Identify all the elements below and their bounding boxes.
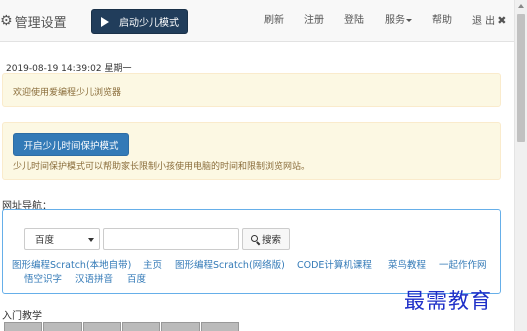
welcome-alert: 欢迎使用爱编程少儿浏览器 bbox=[2, 73, 501, 107]
search-input[interactable] bbox=[103, 228, 239, 250]
tutorial-tab-strip bbox=[4, 322, 240, 331]
nav-refresh[interactable]: 刷新 bbox=[264, 14, 284, 28]
search-engine-select[interactable]: 百度 bbox=[24, 228, 100, 250]
vertical-scrollbar[interactable] bbox=[514, 0, 527, 331]
play-icon bbox=[101, 16, 109, 27]
link-baidu[interactable]: 百度 bbox=[127, 271, 146, 285]
watermark-logo: 最需教育 bbox=[404, 289, 492, 313]
url-nav-panel: 百度 搜索 图形编程Scratch(本地自带) 主页 图形编程Scratch(网… bbox=[2, 209, 501, 294]
link-runoob[interactable]: 菜鸟教程 bbox=[388, 257, 426, 271]
tutorial-tab[interactable] bbox=[121, 322, 161, 331]
top-navbar: ⚙ 管理设置 启动少儿模式 刷新 注册 登陆 服务 帮助 退 出 ✖ bbox=[0, 0, 514, 42]
kid-mode-button[interactable]: 启动少儿模式 bbox=[91, 9, 188, 34]
scrollbar-thumb[interactable] bbox=[517, 14, 525, 142]
brand-label: 管理设置 bbox=[14, 15, 67, 31]
nav-help[interactable]: 帮助 bbox=[432, 14, 452, 28]
nav-logout-label: 退 出 bbox=[472, 16, 496, 27]
scroll-up-arrow-icon[interactable] bbox=[518, 4, 524, 8]
gear-icon: ⚙ bbox=[0, 13, 13, 29]
nav-services-dropdown[interactable]: 服务 bbox=[385, 14, 412, 28]
link-wukong-literacy[interactable]: 悟空识字 bbox=[24, 271, 62, 285]
search-button-label: 搜索 bbox=[261, 235, 281, 246]
close-icon: ✖ bbox=[497, 14, 507, 27]
nav-services-label: 服务 bbox=[385, 15, 405, 26]
tutorial-tab[interactable] bbox=[4, 322, 43, 331]
search-engine-value: 百度 bbox=[35, 235, 55, 246]
time-protection-description: 少儿时间保护模式可以帮助家长限制小孩使用电脑的时间和限制浏览网站。 bbox=[13, 162, 311, 172]
time-protection-alert: 开启少儿时间保护模式 少儿时间保护模式可以帮助家长限制小孩使用电脑的时间和限制浏… bbox=[2, 122, 501, 180]
nav-register[interactable]: 注册 bbox=[304, 14, 324, 28]
tutorial-tab[interactable] bbox=[161, 322, 200, 331]
search-button[interactable]: 搜索 bbox=[242, 228, 290, 250]
link-scratch-local[interactable]: 图形编程Scratch(本地自带) bbox=[12, 257, 131, 271]
caret-down-icon bbox=[88, 238, 94, 242]
link-pinyin[interactable]: 汉语拼音 bbox=[75, 271, 113, 285]
tutorial-tab[interactable] bbox=[43, 322, 82, 331]
link-code-courses[interactable]: CODE计算机课程 bbox=[297, 257, 372, 271]
settings-brand[interactable]: ⚙ 管理设置 bbox=[0, 13, 67, 31]
link-17zuoye[interactable]: 一起作作网 bbox=[439, 257, 487, 271]
caret-down-icon bbox=[406, 18, 412, 22]
link-home[interactable]: 主页 bbox=[143, 257, 162, 271]
enable-time-protection-button[interactable]: 开启少儿时间保护模式 bbox=[13, 133, 129, 156]
kid-mode-label: 启动少儿模式 bbox=[119, 18, 179, 29]
nav-logout[interactable]: 退 出 ✖ bbox=[472, 14, 506, 28]
link-scratch-online[interactable]: 图形编程Scratch(网络版) bbox=[175, 257, 285, 271]
tutorial-tab[interactable] bbox=[200, 322, 239, 331]
tutorial-tab[interactable] bbox=[82, 322, 121, 331]
welcome-message: 欢迎使用爱编程少儿浏览器 bbox=[13, 88, 122, 98]
search-icon bbox=[250, 234, 260, 244]
nav-login[interactable]: 登陆 bbox=[344, 14, 364, 28]
intro-tutorial-title: 入门教学 bbox=[2, 311, 42, 322]
